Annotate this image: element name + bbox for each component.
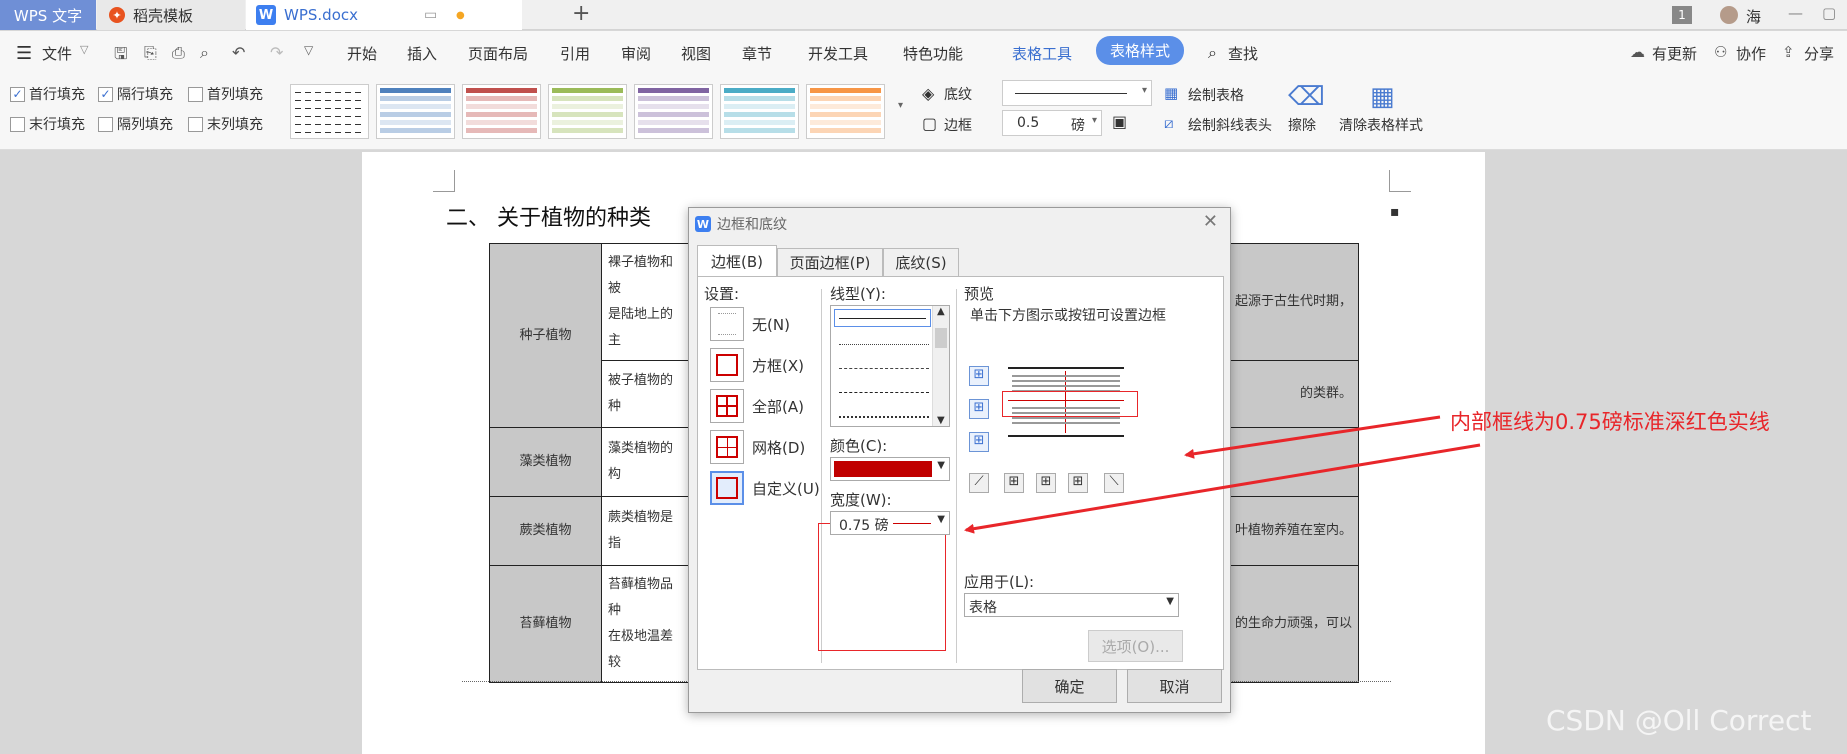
annotation-arrow [1184, 415, 1441, 459]
annotation-arrow [964, 443, 1481, 534]
annotation-text: 内部框线为0.75磅标准深红色实线 [1450, 410, 1770, 434]
watermark: CSDN @Oll Correct [1546, 704, 1812, 737]
annotation-arrows [964, 415, 1481, 534]
